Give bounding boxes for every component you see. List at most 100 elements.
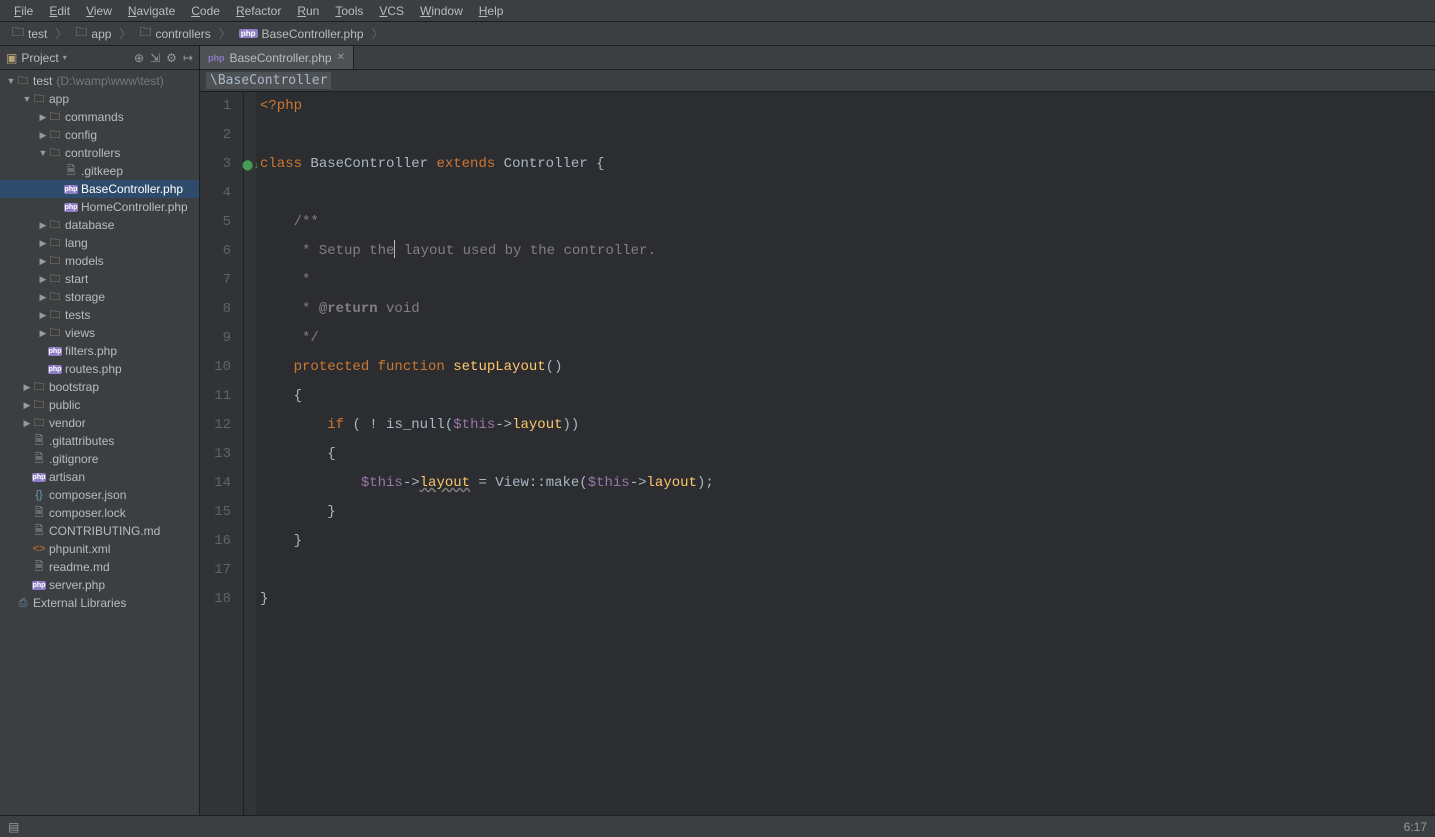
tree-node--gitkeep[interactable]: 🗎.gitkeep [0,162,199,180]
tree-node-composer-json[interactable]: {}composer.json [0,486,199,504]
line-number[interactable]: 9 [200,324,231,353]
code-line[interactable]: * [260,266,1435,295]
code-line[interactable]: { [260,440,1435,469]
tree-arrow-icon[interactable]: ▼ [22,94,32,104]
line-number[interactable]: 7 [200,266,231,295]
tree-arrow-icon[interactable]: ▼ [38,148,48,158]
tree-node-vendor[interactable]: ▶🗀vendor [0,414,199,432]
close-icon[interactable]: ✕ [337,52,345,63]
tree-node-phpunit-xml[interactable]: <>phpunit.xml [0,540,199,558]
code-line[interactable]: if ( ! is_null($this->layout)) [260,411,1435,440]
tree-node-lang[interactable]: ▶🗀lang [0,234,199,252]
tree-arrow-icon[interactable]: ▼ [6,76,16,86]
tree-node-bootstrap[interactable]: ▶🗀bootstrap [0,378,199,396]
tree-node-homecontroller-php[interactable]: phpHomeController.php [0,198,199,216]
line-number[interactable]: 5 [200,208,231,237]
tree-node-composer-lock[interactable]: 🗎composer.lock [0,504,199,522]
line-number[interactable]: 11 [200,382,231,411]
menu-vcs[interactable]: VCS [371,2,412,20]
line-number[interactable]: 18 [200,585,231,614]
menu-run[interactable]: Run [289,2,327,20]
tree-arrow-icon[interactable]: ▶ [22,418,32,429]
tree-node-basecontroller-php[interactable]: phpBaseController.php [0,180,199,198]
settings-icon[interactable]: ⚙ [166,51,177,65]
line-number[interactable]: 16 [200,527,231,556]
tree-node-controllers[interactable]: ▼🗀controllers [0,144,199,162]
tree-node-models[interactable]: ▶🗀models [0,252,199,270]
line-number[interactable]: 2 [200,121,231,150]
tree-node-public[interactable]: ▶🗀public [0,396,199,414]
line-number[interactable]: 3 [200,150,231,179]
tree-node-test[interactable]: ▼🗀test(D:\wamp\www\test) [0,72,199,90]
tree-arrow-icon[interactable]: ▶ [38,112,48,123]
crumb-test[interactable]: 🗀test [6,21,53,46]
code-content[interactable]: <?phpclass BaseController extends Contro… [256,92,1435,815]
status-icon[interactable]: ▤ [8,820,19,834]
cursor-position[interactable]: 6:17 [1404,820,1427,834]
code-line[interactable]: } [260,498,1435,527]
code-line[interactable]: /** [260,208,1435,237]
tree-node--gitignore[interactable]: 🗎.gitignore [0,450,199,468]
tree-arrow-icon[interactable]: ▶ [22,382,32,393]
line-number[interactable]: 17 [200,556,231,585]
line-number[interactable]: 1 [200,92,231,121]
menu-window[interactable]: Window [412,2,471,20]
line-number[interactable]: 14 [200,469,231,498]
line-number[interactable]: 8 [200,295,231,324]
menu-view[interactable]: View [78,2,120,20]
dropdown-icon[interactable]: ▾ [63,53,67,62]
code-line[interactable]: * @return void [260,295,1435,324]
tree-node-storage[interactable]: ▶🗀storage [0,288,199,306]
menu-navigate[interactable]: Navigate [120,2,183,20]
tree-node-contributing-md[interactable]: 🗎CONTRIBUTING.md [0,522,199,540]
tree-arrow-icon[interactable]: ▶ [38,310,48,321]
code-line[interactable]: protected function setupLayout() [260,353,1435,382]
tree-arrow-icon[interactable]: ▶ [38,292,48,303]
tree-node--gitattributes[interactable]: 🗎.gitattributes [0,432,199,450]
tab-basecontroller[interactable]: php BaseController.php ✕ [200,46,354,69]
hide-icon[interactable]: ↦ [183,51,193,65]
tree-node-external-libraries[interactable]: ⎙External Libraries [0,594,199,612]
menu-code[interactable]: Code [183,2,228,20]
code-line[interactable]: $this->layout = View::make($this->layout… [260,469,1435,498]
menu-help[interactable]: Help [471,2,512,20]
crumb-app[interactable]: 🗀app [69,21,117,46]
tree-node-app[interactable]: ▼🗀app [0,90,199,108]
tree-node-server-php[interactable]: phpserver.php [0,576,199,594]
tree-node-tests[interactable]: ▶🗀tests [0,306,199,324]
tree-node-database[interactable]: ▶🗀database [0,216,199,234]
code-line[interactable]: { [260,382,1435,411]
code-line[interactable]: } [260,585,1435,614]
crumb-controllers[interactable]: 🗀controllers [133,21,216,46]
tree-node-filters-php[interactable]: phpfilters.php [0,342,199,360]
tree-node-config[interactable]: ▶🗀config [0,126,199,144]
collapse-all-icon[interactable]: ⇲ [150,51,160,65]
menu-refactor[interactable]: Refactor [228,2,289,20]
line-number[interactable]: 4 [200,179,231,208]
tree-arrow-icon[interactable]: ▶ [38,274,48,285]
tree-node-views[interactable]: ▶🗀views [0,324,199,342]
code-line[interactable]: class BaseController extends Controller … [260,150,1435,179]
line-number[interactable]: 15 [200,498,231,527]
menu-edit[interactable]: Edit [41,2,78,20]
line-number[interactable]: 13 [200,440,231,469]
tree-node-readme-md[interactable]: 🗎readme.md [0,558,199,576]
line-gutter[interactable]: 123456789101112131415161718 [200,92,244,815]
menu-tools[interactable]: Tools [327,2,371,20]
tree-arrow-icon[interactable]: ▶ [38,328,48,339]
tree-node-routes-php[interactable]: phproutes.php [0,360,199,378]
project-tree[interactable]: ▼🗀test(D:\wamp\www\test)▼🗀app▶🗀commands▶… [0,70,199,815]
tree-arrow-icon[interactable]: ▶ [38,220,48,231]
code-line[interactable] [260,179,1435,208]
code-editor[interactable]: 123456789101112131415161718 ⬤↓ <?phpclas… [200,92,1435,815]
line-number[interactable]: 10 [200,353,231,382]
scroll-from-source-icon[interactable]: ⊕ [134,51,144,65]
code-line[interactable] [260,556,1435,585]
code-line[interactable]: */ [260,324,1435,353]
line-number[interactable]: 6 [200,237,231,266]
tree-arrow-icon[interactable]: ▶ [38,130,48,141]
line-number[interactable]: 12 [200,411,231,440]
tree-node-commands[interactable]: ▶🗀commands [0,108,199,126]
tree-node-artisan[interactable]: phpartisan [0,468,199,486]
code-line[interactable]: } [260,527,1435,556]
